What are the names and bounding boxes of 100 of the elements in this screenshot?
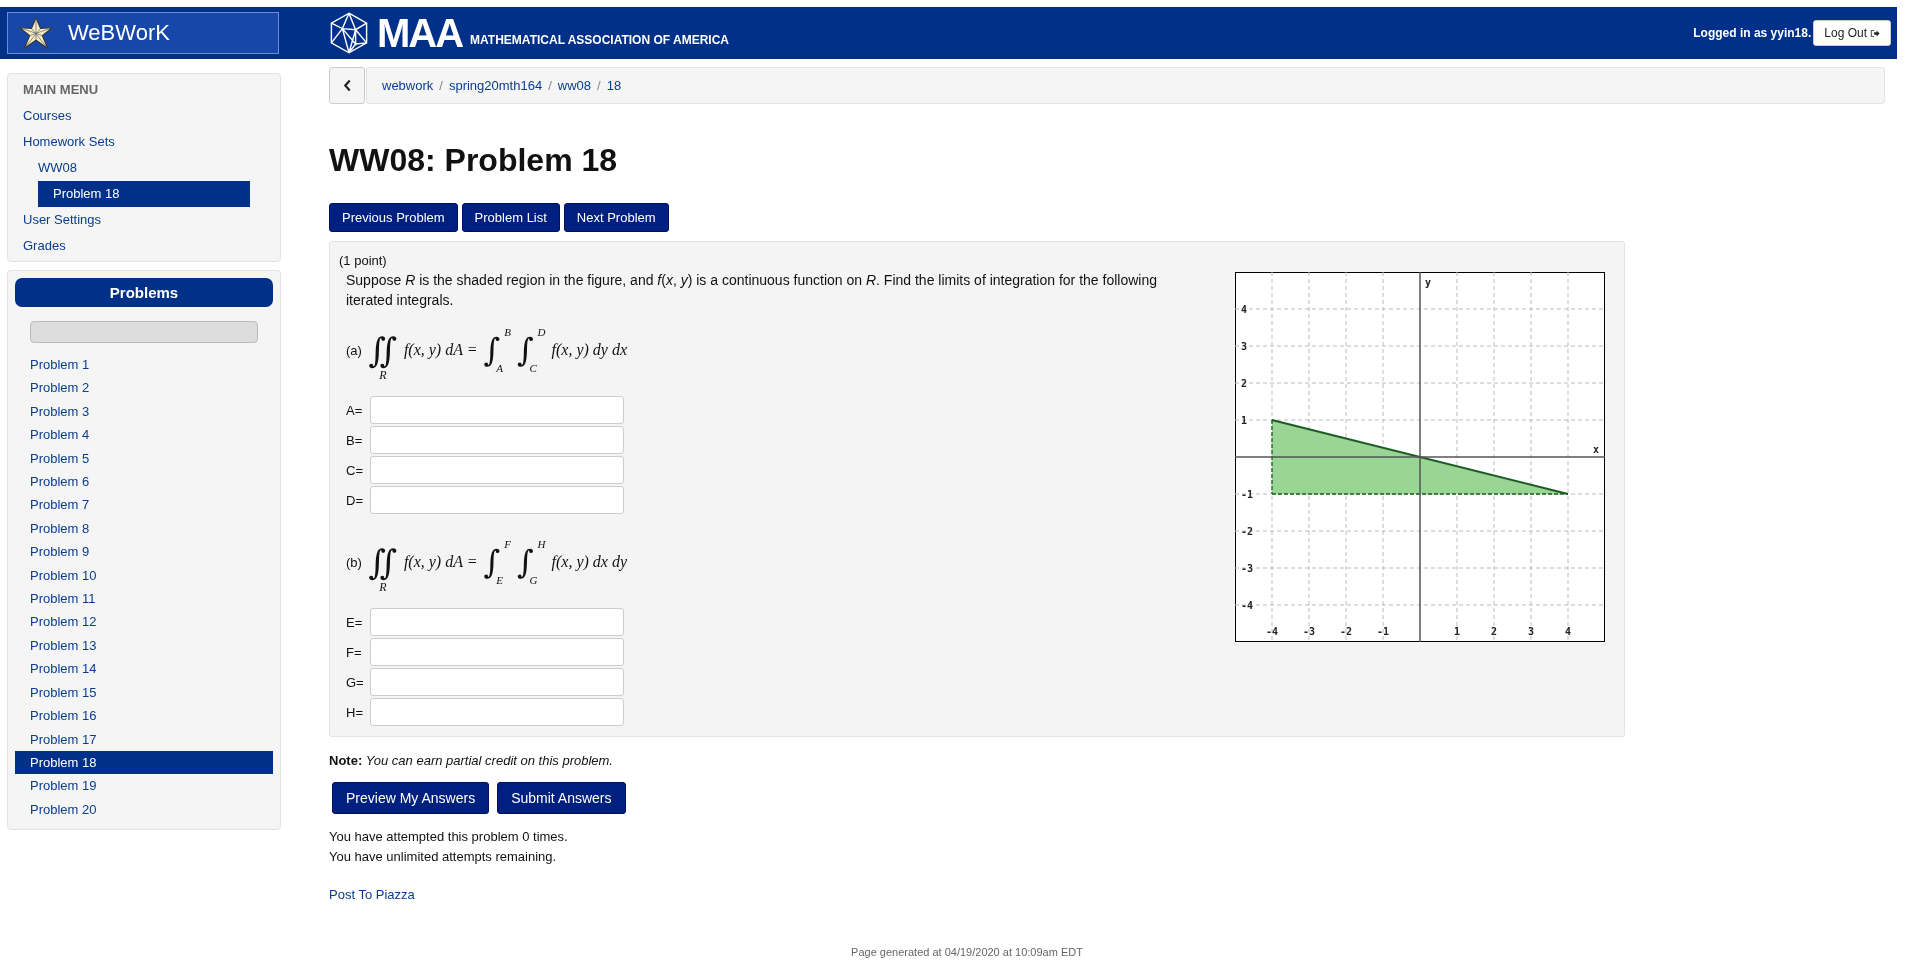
problem-link[interactable]: Problem 18 <box>15 750 273 775</box>
upper-limit: F <box>504 538 511 550</box>
answer-field[interactable] <box>370 426 624 454</box>
problem-link[interactable]: Problem 4 <box>15 423 273 447</box>
nav-button[interactable]: Previous Problem <box>329 203 458 232</box>
menu-link[interactable]: User Settings <box>8 207 280 233</box>
problem-link[interactable]: Problem 15 <box>15 680 273 705</box>
axis-tick-label: -4 <box>1241 600 1254 611</box>
attempts-message: You have attempted this problem 0 times. <box>329 828 568 846</box>
menu-link[interactable]: Problem 18 <box>38 181 250 207</box>
axis-tick-label: -1 <box>1241 489 1254 500</box>
problem-link[interactable]: Problem 11 <box>15 587 273 611</box>
problem-link[interactable]: Problem 5 <box>15 446 273 471</box>
field-label: H= <box>346 704 364 720</box>
problem-link[interactable]: Problem 12 <box>15 610 273 634</box>
answer-field[interactable] <box>370 698 624 726</box>
back-button[interactable] <box>329 67 365 104</box>
answer-button[interactable]: Submit Answers <box>497 782 626 814</box>
breadcrumb-link[interactable]: ww08 <box>557 78 592 93</box>
region-subscript: R <box>379 581 387 593</box>
lower-limit: E <box>496 574 504 586</box>
problem-statement: Suppose R is the shaded region in the figure, and f(x, y) is a continuous function on R. Find the limits of integration for the following iterated integrals. <box>346 271 1158 310</box>
part-label: (b) <box>346 554 362 570</box>
menu-link[interactable]: WW08 <box>8 155 280 181</box>
field-label: F= <box>346 644 363 660</box>
breadcrumb-link[interactable]: 18 <box>606 78 622 93</box>
breadcrumb-link[interactable]: spring20mth164 <box>448 78 543 93</box>
field-label: C= <box>346 462 364 478</box>
chevron-left-icon <box>342 79 352 92</box>
problem-link[interactable]: Problem 14 <box>15 657 273 681</box>
answer-field[interactable] <box>370 456 624 484</box>
menu-link[interactable]: Homework Sets <box>8 129 280 155</box>
nav-button[interactable]: Problem List <box>461 203 560 232</box>
axis-tick-label: -2 <box>1241 526 1254 537</box>
problem-link[interactable]: Problem 3 <box>15 399 273 424</box>
axis-label: y <box>1425 277 1432 288</box>
logout-button[interactable]: Log Out <box>1813 20 1891 46</box>
menu-link[interactable]: Grades <box>8 233 280 259</box>
page-footer: Page generated at 04/19/2020 at 10:09am EDT <box>851 946 1083 958</box>
problem-link[interactable]: Problem 20 <box>15 797 273 822</box>
integrand-expression: f(x, y) dA = <box>403 341 478 359</box>
piazza-link[interactable]: Post To Piazza <box>329 887 415 902</box>
answer-field[interactable] <box>370 486 624 514</box>
problem-link[interactable]: Problem 10 <box>15 563 273 588</box>
integrand-expression: f(x, y) dy dx <box>551 341 628 359</box>
problem-link[interactable]: Problem 7 <box>15 493 273 517</box>
axis-tick-label: -3 <box>1241 563 1254 574</box>
axis-tick-label: -3 <box>1303 626 1315 637</box>
nav-button[interactable]: Next Problem <box>563 203 669 232</box>
answer-field[interactable] <box>370 668 624 696</box>
problem-link[interactable]: Problem 13 <box>15 633 273 658</box>
axis-tick-label: 4 <box>1241 304 1248 315</box>
breadcrumb-separator: / <box>548 78 552 93</box>
part-label: (a) <box>346 342 362 358</box>
logout-icon <box>1870 28 1880 38</box>
breadcrumb-separator: / <box>597 78 601 93</box>
double-integral-sign: ∬ <box>368 333 398 367</box>
problem-link[interactable]: Problem 6 <box>15 470 273 494</box>
double-integral-sign: ∬ <box>368 545 398 579</box>
web-star-icon <box>16 15 56 51</box>
menu-link[interactable]: Courses <box>8 103 280 129</box>
axis-tick-label: 4 <box>1565 626 1571 637</box>
problem-link[interactable]: Problem 9 <box>15 540 273 564</box>
org-logo-text: MAA <box>377 10 463 56</box>
axis-tick-label: 2 <box>1241 378 1248 389</box>
breadcrumb-separator: / <box>439 78 443 93</box>
partial-credit-note: Note: You can earn partial credit on this problem. <box>329 753 613 768</box>
answer-button[interactable]: Preview My Answers <box>332 782 490 814</box>
lower-limit: A <box>496 362 504 374</box>
axis-label: x <box>1593 444 1600 455</box>
org-name: MATHEMATICAL ASSOCIATION OF AMERICA <box>470 33 729 47</box>
field-label: E= <box>346 614 364 630</box>
answer-field[interactable] <box>370 396 624 424</box>
field-label: D= <box>346 492 364 508</box>
upper-limit: B <box>504 326 511 338</box>
upper-limit: H <box>537 538 546 550</box>
problem-link[interactable]: Problem 2 <box>15 376 273 400</box>
lower-limit: G <box>529 574 539 586</box>
field-label: G= <box>346 674 365 690</box>
breadcrumb-link[interactable]: webwork <box>382 78 434 93</box>
region-subscript: R <box>379 369 387 381</box>
problem-link[interactable]: Problem 19 <box>15 774 273 798</box>
problems-heading: Problems <box>15 278 273 307</box>
problem-link[interactable]: Problem 1 <box>15 353 273 377</box>
axis-tick-label: 3 <box>1241 341 1248 352</box>
answer-field[interactable] <box>370 638 624 666</box>
problem-link[interactable]: Problem 17 <box>15 727 273 751</box>
brand-name[interactable]: WeBWorK <box>68 20 170 46</box>
answer-field[interactable] <box>370 608 624 636</box>
axis-tick-label: -1 <box>1377 626 1389 637</box>
field-label: A= <box>346 402 364 418</box>
problem-link[interactable]: Problem 8 <box>15 516 273 541</box>
point-value: (1 point) <box>339 253 388 268</box>
axis-tick-label: 3 <box>1528 626 1534 637</box>
integrand-expression: f(x, y) dx dy <box>551 553 628 571</box>
lower-limit: C <box>529 362 538 374</box>
menu-heading: MAIN MENU <box>22 81 100 99</box>
axis-tick-label: 1 <box>1241 415 1248 426</box>
axis-tick-label: 2 <box>1491 626 1497 637</box>
problem-link[interactable]: Problem 16 <box>15 704 273 728</box>
